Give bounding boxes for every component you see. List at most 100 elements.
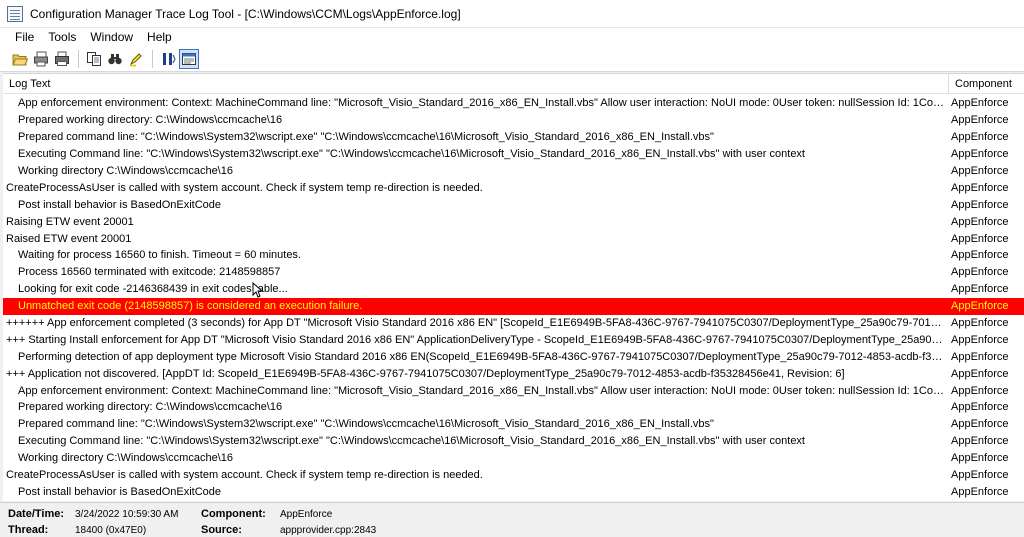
thread-label: Thread: [8,524,49,536]
log-row[interactable]: Process 16560 terminated with exitcode: … [3,264,1024,281]
log-text-cell: Prepared command line: "C:\Windows\Syste… [18,418,714,431]
log-text-cell: CreateProcessAsUser is called with syste… [6,181,483,194]
component-cell: AppEnforce [951,114,1009,127]
log-row[interactable]: Raising ETW event 20001 AppEnforce [3,213,1024,230]
component-cell: AppEnforce [951,266,1009,279]
log-row[interactable]: +++ Starting Install enforcement for App… [3,331,1024,348]
menu-tools[interactable]: Tools [41,28,83,46]
window-title: Configuration Manager Trace Log Tool - [… [30,6,461,21]
log-row[interactable]: ++++++ App enforcement completed (3 seco… [3,315,1024,332]
log-text-cell: Post install behavior is BasedOnExitCode [18,198,221,211]
log-row[interactable]: Post install behavior is BasedOnExitCode… [3,483,1024,500]
component-cell: AppEnforce [951,300,1009,313]
component-cell: AppEnforce [951,317,1009,330]
component-cell: AppEnforce [951,367,1009,380]
log-text-cell: Executing Command line: "C:\Windows\Syst… [18,435,805,448]
log-row[interactable]: Raised ETW event 20001 AppEnforce [3,230,1024,247]
component-cell: AppEnforce [951,198,1009,211]
log-text-cell: Prepared working directory: C:\Windows\c… [18,401,283,414]
component-cell: AppEnforce [951,215,1009,228]
menu-help[interactable]: Help [140,28,179,46]
log-row[interactable]: Looking for exit code -2146368439 in exi… [3,281,1024,298]
log-row[interactable]: Performing detection of app deployment t… [3,348,1024,365]
log-row[interactable]: Working directory C:\Windows\ccmcache\16… [3,163,1024,180]
component-cell: AppEnforce [951,148,1009,161]
log-text-cell: Raising ETW event 20001 [6,215,134,228]
log-row[interactable]: Prepared command line: "C:\Windows\Syste… [3,129,1024,146]
log-row[interactable]: Working directory C:\Windows\ccmcache\16… [3,450,1024,467]
source-label: Source: [201,524,242,536]
log-text-cell: App enforcement environment: Context: Ma… [18,97,949,110]
log-text-cell: Unmatched exit code (2148598857) is cons… [18,300,363,313]
component-cell: AppEnforce [951,131,1009,144]
details-pane: Date/Time: 3/24/2022 10:59:30 AM Compone… [0,502,1024,537]
thread-value: 18400 (0x47E0) [75,525,147,536]
find-icon[interactable] [105,49,125,69]
log-row[interactable]: Prepared working directory: C:\Windows\c… [3,399,1024,416]
log-text-cell: Executing Command line: "C:\Windows\Syst… [18,148,805,161]
print-icon[interactable] [52,49,72,69]
log-text-cell: +++ Starting Install enforcement for App… [6,333,949,346]
log-text-cell: CreateProcessAsUser is called with syste… [6,469,483,482]
component-cell: AppEnforce [951,232,1009,245]
component-cell: AppEnforce [951,350,1009,363]
log-text-cell: +++ Application not discovered. [AppDT I… [6,367,845,380]
menu-window[interactable]: Window [83,28,140,46]
log-text-cell: ++++++ App enforcement completed (3 seco… [6,317,949,330]
log-text-cell: Performing detection of app deployment t… [18,350,949,363]
component-cell: AppEnforce [951,333,1009,346]
component-cell: AppEnforce [951,249,1009,262]
pause-icon[interactable] [158,49,178,69]
datetime-label: Date/Time: [8,508,65,520]
log-row[interactable]: +++ Application not discovered. [AppDT I… [3,365,1024,382]
source-value: appprovider.cpp:2843 [280,525,377,536]
log-row[interactable]: Executing Command line: "C:\Windows\Syst… [3,433,1024,450]
component-value: AppEnforce [280,509,333,520]
column-header-component[interactable]: Component [949,74,1024,93]
menu-bar: File Tools Window Help [0,28,1024,46]
component-cell: AppEnforce [951,165,1009,177]
mouse-cursor-icon [252,282,264,298]
log-grid[interactable]: Log Text Component App enforcement envir… [3,73,1024,501]
print-setup-icon[interactable] [31,49,51,69]
log-row[interactable]: Executing Command line: "C:\Windows\Syst… [3,146,1024,163]
component-cell: AppEnforce [951,384,1009,397]
log-row[interactable]: Post install behavior is BasedOnExitCode… [3,196,1024,213]
log-row[interactable]: Waiting for process 16560 to finish. Tim… [3,247,1024,264]
component-cell: AppEnforce [951,181,1009,194]
component-label: Component: [201,508,266,520]
title-bar: Configuration Manager Trace Log Tool - [… [0,0,1024,28]
column-header-log-text[interactable]: Log Text [3,74,949,93]
cmtrace-app-icon [7,5,23,22]
log-row[interactable]: Prepared command line: "C:\Windows\Syste… [3,416,1024,433]
log-row-error[interactable]: Unmatched exit code (2148598857) is cons… [3,297,1024,315]
log-row[interactable]: App enforcement environment: Context: Ma… [3,95,1024,112]
log-text-cell: Working directory C:\Windows\ccmcache\16 [18,165,233,177]
toolbar [0,46,1024,72]
log-row[interactable]: Prepared working directory: C:\Windows\c… [3,112,1024,129]
log-text-cell: Raised ETW event 20001 [6,232,132,245]
component-cell: AppEnforce [951,452,1009,465]
log-text-cell: Post install behavior is BasedOnExitCode [18,485,221,498]
error-lookup-icon[interactable] [179,48,199,69]
copy-icon[interactable] [84,49,104,69]
component-cell: AppEnforce [951,485,1009,498]
grid-header: Log Text Component [3,74,1024,94]
open-folder-icon[interactable] [10,49,30,69]
component-cell: AppEnforce [951,469,1009,482]
component-cell: AppEnforce [951,283,1009,296]
log-text-cell: Process 16560 terminated with exitcode: … [18,266,281,279]
component-cell: AppEnforce [951,435,1009,448]
log-row[interactable]: App enforcement environment: Context: Ma… [3,382,1024,399]
component-cell: AppEnforce [951,97,1009,110]
log-text-cell: Looking for exit code -2146368439 in exi… [18,283,288,296]
menu-file[interactable]: File [8,28,41,46]
log-rows: App enforcement environment: Context: Ma… [3,95,1024,500]
datetime-value: 3/24/2022 10:59:30 AM [75,509,179,520]
log-row[interactable]: CreateProcessAsUser is called with syste… [3,467,1024,484]
log-text-cell: Prepared command line: "C:\Windows\Syste… [18,131,714,144]
highlight-icon[interactable] [126,49,146,69]
log-text-cell: App enforcement environment: Context: Ma… [18,384,949,397]
log-row[interactable]: CreateProcessAsUser is called with syste… [3,179,1024,196]
toolbar-separator [78,49,79,68]
